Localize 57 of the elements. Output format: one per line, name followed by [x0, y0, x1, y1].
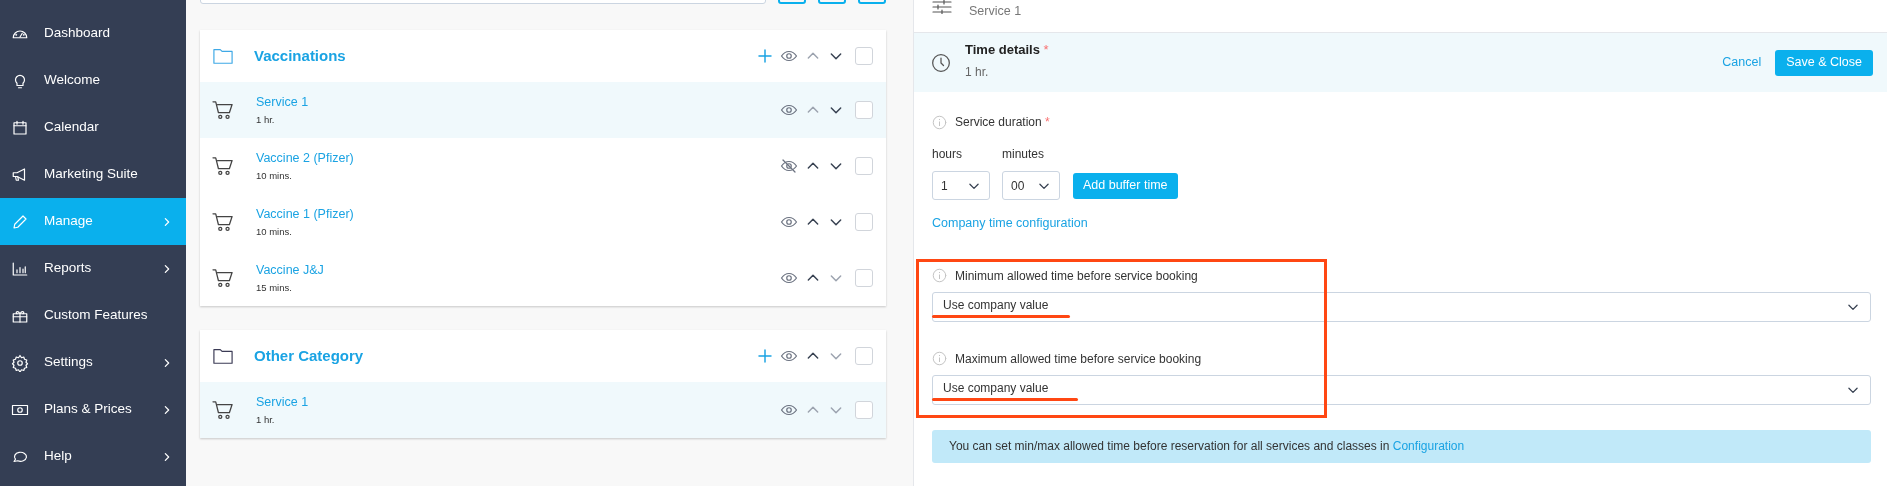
field-label: Minimum allowed time before service booking [955, 267, 1198, 285]
checkbox[interactable] [855, 101, 873, 119]
cart-icon [212, 100, 234, 120]
section-summary: 1 hr. [965, 63, 990, 81]
plus-icon[interactable] [757, 348, 773, 364]
cart-icon [212, 156, 234, 176]
service-duration: 10 mins. [256, 168, 293, 183]
checkbox[interactable] [855, 269, 873, 287]
service-row[interactable]: Vaccine J&J 15 mins. [200, 250, 886, 306]
sidebar-item[interactable]: Dashboard [0, 10, 186, 57]
service-row[interactable]: Vaccine 2 (Pfizer) 10 mins. [200, 138, 886, 194]
time-select[interactable]: Use company value [932, 291, 1871, 322]
minutes-label: minutes [1002, 146, 1045, 163]
service-duration: 1 hr. [256, 412, 276, 427]
checkbox[interactable] [855, 401, 873, 419]
sidebar-item[interactable]: Help [0, 433, 186, 480]
service-row[interactable]: Vaccine 1 (Pfizer) 10 mins. [200, 194, 886, 250]
hours-select[interactable]: 1 [932, 171, 990, 200]
calendar-icon [11, 118, 29, 137]
info-icon [932, 114, 947, 130]
service-duration: 10 mins. [256, 224, 293, 239]
sidebar-item[interactable]: Welcome [0, 57, 186, 104]
section-subtitle: Service 1 [969, 5, 1022, 18]
checkbox[interactable] [855, 157, 873, 175]
clock-icon [931, 52, 951, 73]
plus-icon[interactable] [757, 48, 773, 64]
service-row[interactable]: Service 1 1 hr. [200, 82, 886, 138]
notice-text: You can set min/max allowed time before reservation for all services and classes in Configuration [949, 438, 1465, 456]
info-icon [932, 268, 947, 284]
field-label: Maximum allowed time before service booking [955, 350, 1202, 368]
settings-icon [11, 353, 29, 372]
field-label: Service duration * [955, 114, 1050, 131]
info-icon [932, 351, 947, 367]
eye-off-icon[interactable] [780, 157, 798, 175]
section-title: Time details * [965, 41, 1050, 60]
checkbox[interactable] [855, 47, 873, 65]
cart-icon [212, 268, 234, 288]
time-select[interactable]: Use company value [932, 374, 1871, 405]
sidebar-item[interactable]: Calendar [0, 104, 186, 151]
service-duration: 15 mins. [256, 280, 293, 295]
bar-chart-icon [11, 259, 29, 278]
checkbox[interactable] [855, 213, 873, 231]
sidebar-item[interactable]: Marketing Suite [0, 151, 186, 198]
minutes-select[interactable]: 00 [1002, 171, 1060, 200]
sidebar-item[interactable]: Custom Features [0, 292, 186, 339]
sliders-icon [932, 0, 952, 14]
folder-icon [212, 46, 234, 66]
service-row[interactable]: Service 1 1 hr. [200, 382, 886, 438]
folder-icon [212, 346, 234, 366]
checkbox[interactable] [855, 347, 873, 365]
sidebar-item[interactable]: Settings [0, 339, 186, 386]
sidebar-item[interactable]: Reports [0, 245, 186, 292]
service-duration: 1 hr. [256, 112, 276, 127]
sidebar-item[interactable]: Plans & Prices [0, 386, 186, 433]
cart-icon [212, 212, 234, 232]
cart-icon [212, 400, 234, 420]
hours-label: hours [932, 146, 964, 163]
